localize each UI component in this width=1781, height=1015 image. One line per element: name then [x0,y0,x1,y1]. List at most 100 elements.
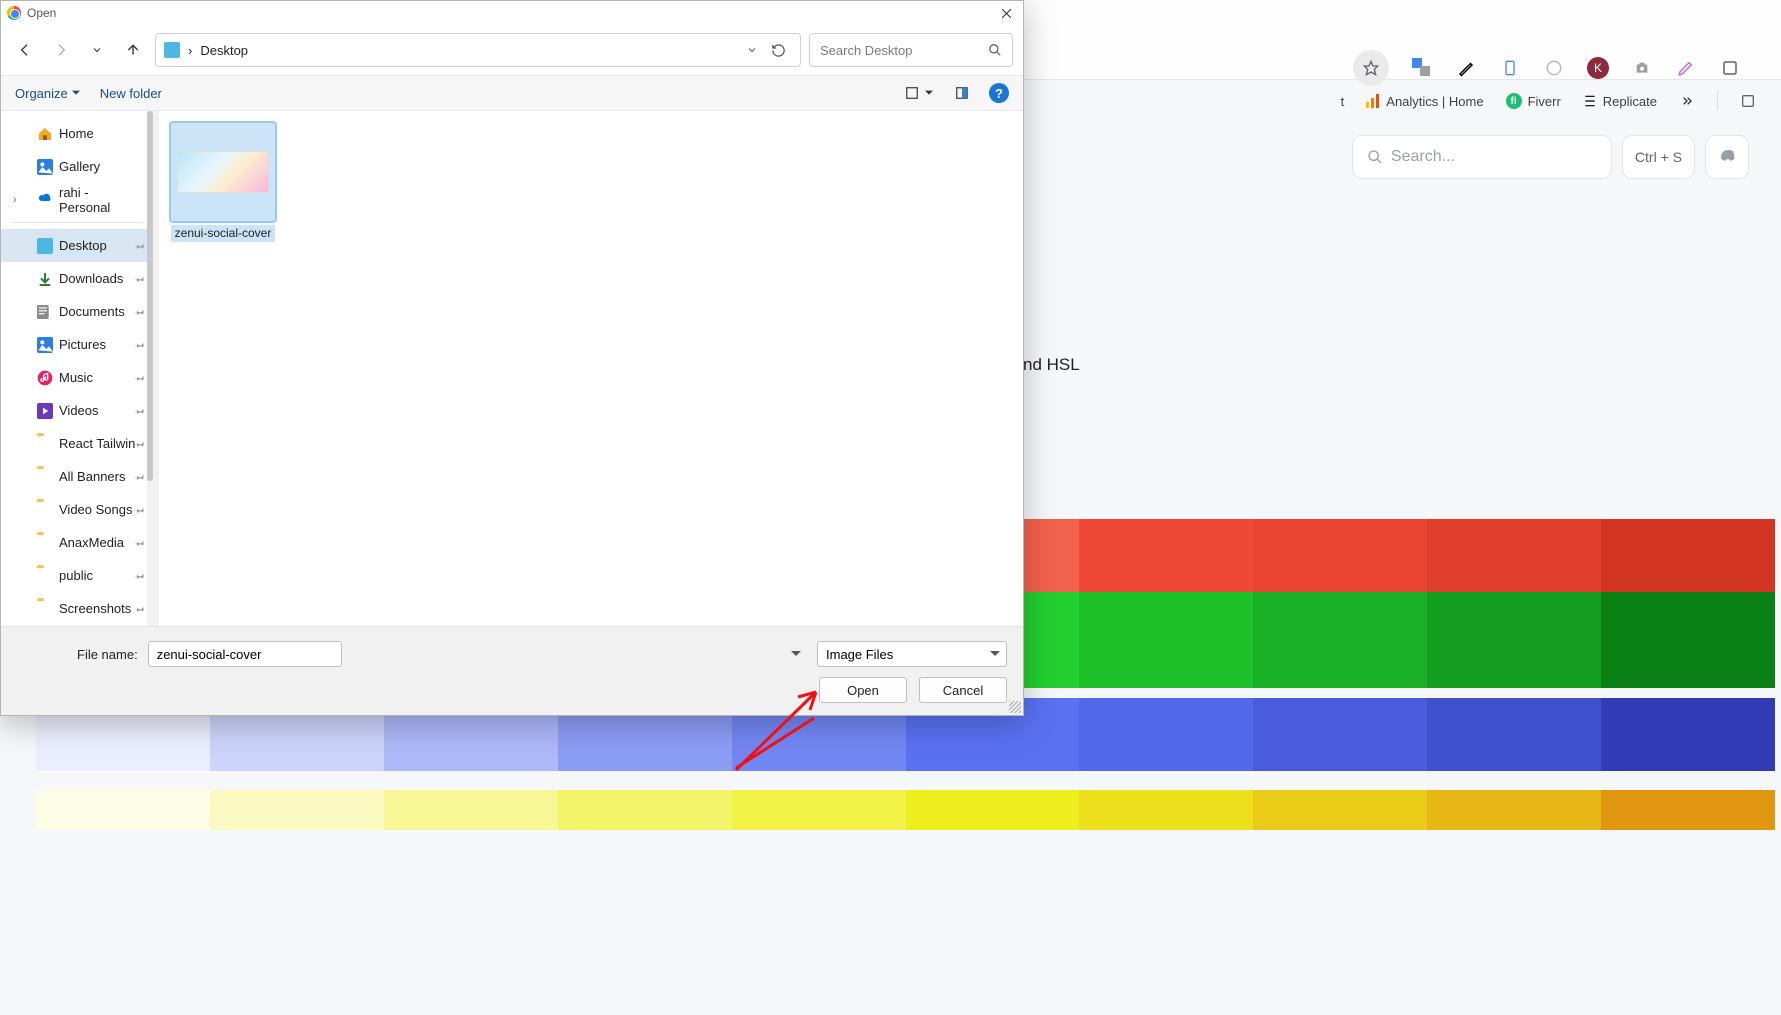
view-mode-dropdown[interactable] [923,82,935,104]
pin-icon [133,535,147,549]
color-swatch[interactable] [1253,592,1427,688]
pin-icon [133,304,147,318]
nav-forward-button[interactable] [47,36,75,64]
expand-icon[interactable]: › [13,194,17,206]
color-swatch[interactable] [36,790,210,830]
sidebar-item-anaxmedia[interactable]: AnaxMedia [1,526,153,559]
replicate-icon [1583,94,1597,108]
phone-icon[interactable] [1499,57,1521,79]
new-folder-button[interactable]: New folder [100,86,162,101]
sidebar-item-home[interactable]: Home [1,117,153,150]
reading-list-icon[interactable] [1740,93,1756,109]
pin-icon [133,238,147,252]
color-swatch[interactable] [1427,790,1601,830]
color-swatch[interactable] [558,790,732,830]
sidebar-item-all-banners[interactable]: All Banners [1,460,153,493]
cancel-button[interactable]: Cancel [919,677,1007,703]
dialog-title: Open [27,6,56,20]
open-button[interactable]: Open [819,677,907,703]
color-swatch[interactable] [1601,790,1775,830]
resize-grip[interactable] [1009,701,1021,713]
refresh-button[interactable] [764,36,792,64]
sidebar-scrollbar[interactable] [147,111,153,626]
avatar-k-icon[interactable]: K [1587,57,1609,79]
page-search-input[interactable]: Search... [1352,135,1612,179]
color-swatch[interactable] [1427,592,1601,688]
dialog-search-input[interactable]: Search Desktop [809,33,1013,67]
color-swatch[interactable] [1253,698,1427,771]
chevron-down-icon[interactable] [791,649,801,659]
circle-extension-icon[interactable] [1543,57,1565,79]
sidebar-item-public[interactable]: public [1,559,153,592]
address-dropdown-button[interactable] [740,44,764,56]
sidebar-item-music[interactable]: Music [1,361,153,394]
bookmarks-divider [1717,91,1718,111]
pen-extension-icon[interactable] [1675,57,1697,79]
nav-up-button[interactable] [119,36,147,64]
color-swatch[interactable] [1253,519,1427,592]
color-swatch[interactable] [384,790,558,830]
color-swatch[interactable] [732,790,906,830]
extension-icon[interactable] [1719,57,1741,79]
sidebar-item-documents[interactable]: Documents [1,295,153,328]
palette-yellow[interactable] [36,790,1775,830]
address-bar[interactable]: › Desktop [155,33,801,67]
preview-pane-button[interactable] [951,82,973,104]
nav-recent-dropdown[interactable] [83,36,111,64]
search-shortcut-hint: Ctrl + S [1622,135,1695,179]
color-swatch[interactable] [1079,519,1253,592]
dialog-command-bar: Organize New folder ? [1,75,1023,111]
translate-icon[interactable] [1411,57,1433,79]
bookmarks-overflow[interactable] [1679,93,1695,109]
dialog-nav-row: › Desktop Search Desktop [1,25,1023,75]
discord-button[interactable] [1705,135,1749,179]
color-swatch[interactable] [1079,698,1253,771]
sidebar-item-onedrive[interactable]: › rahi - Personal [1,183,153,216]
color-swatch[interactable] [210,790,384,830]
sidebar-item-videos[interactable]: Videos [1,394,153,427]
scrollbar-thumb[interactable] [147,111,153,481]
file-type-select[interactable]: Image Files [817,641,1007,667]
home-icon [37,126,53,142]
color-swatch[interactable] [1601,519,1775,592]
camera-icon[interactable] [1631,57,1653,79]
sidebar-item-downloads[interactable]: Downloads [1,262,153,295]
organize-menu[interactable]: Organize [15,86,80,101]
bookmarks-bar: t Analytics | Home fi Fiverr Replicate [1341,85,1756,117]
file-name-label: zenui-social-cover [171,225,276,242]
color-swatch[interactable] [1253,790,1427,830]
bookmarks-partial-letter: t [1341,94,1345,109]
bookmark-replicate[interactable]: Replicate [1583,94,1657,109]
color-swatch[interactable] [906,790,1080,830]
sidebar-item-gallery[interactable]: Gallery [1,150,153,183]
eyedropper-icon[interactable] [1455,57,1477,79]
file-item[interactable]: zenui-social-cover [169,123,277,242]
color-swatch[interactable] [1427,519,1601,592]
color-swatch[interactable] [1427,698,1601,771]
file-list-area[interactable]: zenui-social-cover [159,111,1023,626]
search-icon [1367,149,1383,165]
sidebar-item-desktop[interactable]: Desktop [1,229,153,262]
help-button[interactable]: ? [989,83,1009,103]
page-partial-text: nd HSL [1023,355,1080,375]
bookmark-star-button[interactable] [1353,50,1389,86]
color-swatch[interactable] [1601,592,1775,688]
color-swatch[interactable] [1079,790,1253,830]
pin-icon [133,337,147,351]
close-icon[interactable] [997,4,1015,22]
file-name-label-text: File name: [77,647,138,662]
breadcrumb-location[interactable]: Desktop [200,43,248,58]
nav-back-button[interactable] [11,36,39,64]
view-mode-button[interactable] [901,82,923,104]
color-swatch[interactable] [1079,592,1253,688]
sidebar-item-react-tailwin[interactable]: React Tailwin [1,427,153,460]
file-name-input[interactable] [148,641,342,667]
fiverr-icon: fi [1506,93,1522,109]
sidebar-divider [11,222,143,223]
sidebar-item-video-songs[interactable]: Video Songs [1,493,153,526]
sidebar-item-screenshots[interactable]: Screenshots [1,592,153,625]
bookmark-analytics[interactable]: Analytics | Home [1366,94,1483,109]
bookmark-fiverr[interactable]: fi Fiverr [1506,93,1561,109]
color-swatch[interactable] [1601,698,1775,771]
sidebar-item-pictures[interactable]: Pictures [1,328,153,361]
